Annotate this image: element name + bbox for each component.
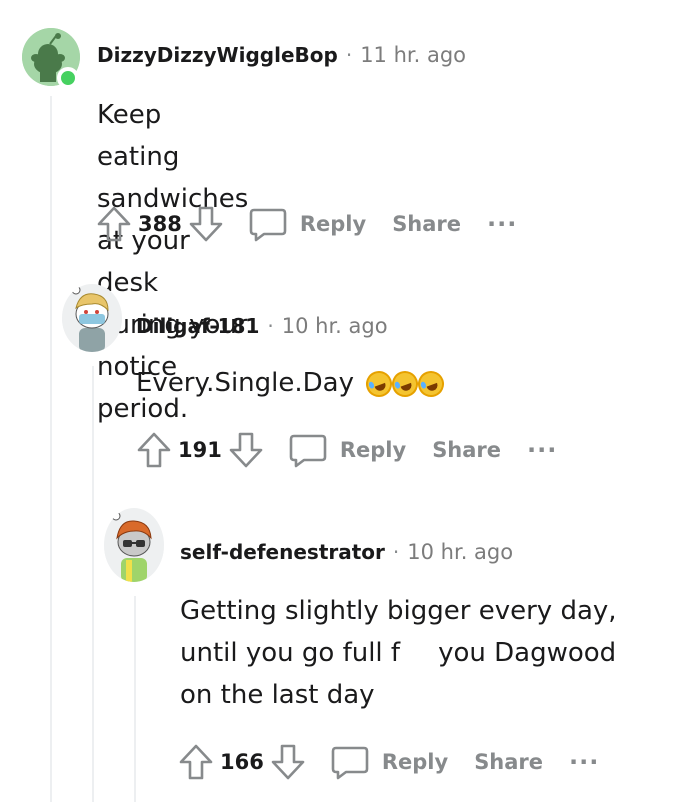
vote-score: 388	[138, 212, 182, 236]
upvote-icon[interactable]	[96, 205, 132, 243]
rolling-on-floor-laughing-icon	[414, 366, 448, 401]
comment-thread: DizzyDizzyWiggleBop · 11 hr. ago Keep ea…	[0, 0, 700, 802]
comment-actions: 191 Reply Share ···	[136, 428, 557, 472]
snoo-avatar-icon	[104, 511, 164, 582]
timestamp[interactable]: 10 hr. ago	[282, 314, 388, 338]
username[interactable]: Diligaf-181	[136, 314, 259, 338]
snoo-avatar-icon	[62, 285, 122, 352]
comment-body-line: until you go full f you Dagwood	[180, 632, 617, 674]
reply-icon[interactable]	[248, 205, 288, 243]
avatar[interactable]	[62, 284, 122, 352]
vote-score: 166	[220, 750, 264, 774]
comment-body-line: Every.Single.Day	[136, 368, 354, 398]
comment-actions: 388 Reply Share ···	[96, 202, 517, 246]
comment-body-line: Keep eating sandwiches at your desk	[97, 100, 249, 298]
share-button[interactable]: Share	[432, 438, 501, 462]
downvote-icon[interactable]	[188, 205, 224, 243]
downvote-icon[interactable]	[228, 431, 264, 469]
reply-button[interactable]: Reply	[340, 438, 406, 462]
meta-separator: ·	[267, 314, 274, 338]
username[interactable]: DizzyDizzyWiggleBop	[97, 43, 338, 67]
upvote-icon[interactable]	[136, 431, 172, 469]
comment-body: Every.Single.Day	[136, 362, 448, 404]
thread-line-2[interactable]	[92, 366, 94, 802]
comment-body-fragment: until you go full f	[180, 638, 401, 668]
share-button[interactable]: Share	[392, 212, 461, 236]
online-status-dot	[57, 67, 79, 89]
upvote-icon[interactable]	[178, 743, 214, 781]
timestamp[interactable]: 11 hr. ago	[360, 43, 466, 67]
meta-separator: ·	[345, 43, 353, 67]
emoji-group	[362, 366, 448, 401]
more-options-button[interactable]: ···	[569, 748, 599, 776]
thread-line-3[interactable]	[134, 596, 136, 802]
share-button[interactable]: Share	[474, 750, 543, 774]
timestamp[interactable]: 10 hr. ago	[407, 540, 513, 564]
reply-button[interactable]: Reply	[382, 750, 448, 774]
thread-line-1[interactable]	[50, 96, 52, 802]
comment-body-line: on the last day	[180, 680, 375, 710]
reply-icon[interactable]	[288, 431, 328, 469]
username[interactable]: self-defenestrator	[180, 540, 385, 564]
comment-body-fragment: you Dagwood	[438, 638, 617, 668]
meta-separator: ·	[392, 540, 400, 564]
comment-body-line: Getting slightly bigger every day,	[180, 596, 617, 626]
avatar[interactable]	[104, 508, 164, 582]
comment-body: Getting slightly bigger every day, until…	[180, 590, 617, 716]
reply-button[interactable]: Reply	[300, 212, 366, 236]
vote-score: 191	[178, 438, 222, 462]
more-options-button[interactable]: ···	[527, 436, 557, 464]
reply-icon[interactable]	[330, 743, 370, 781]
more-options-button[interactable]: ···	[487, 210, 517, 238]
downvote-icon[interactable]	[270, 743, 306, 781]
comment-actions: 166 Reply Share ···	[178, 740, 599, 784]
